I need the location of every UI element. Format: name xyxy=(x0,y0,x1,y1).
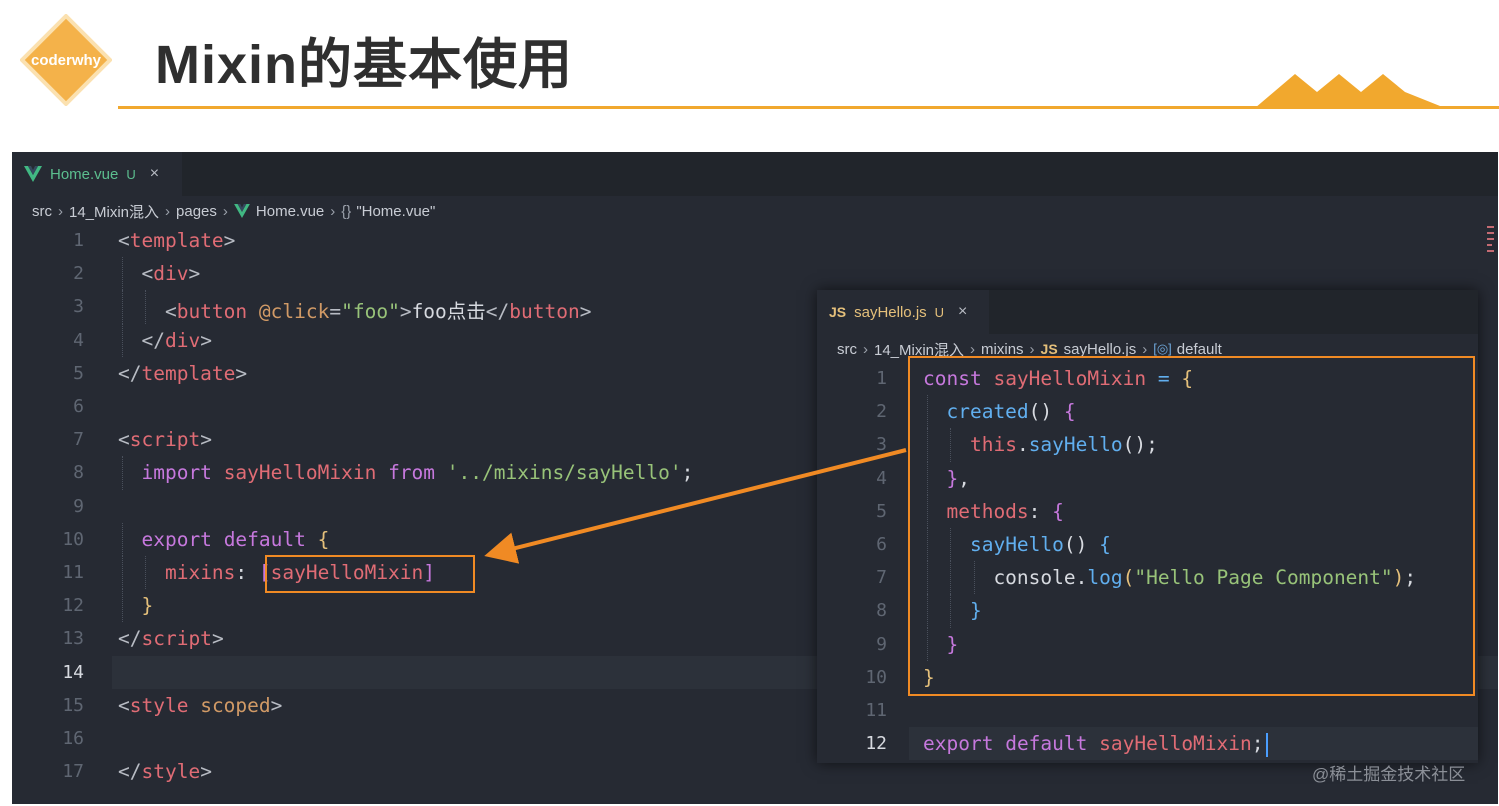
symbol-variable-icon: [◎] xyxy=(1153,341,1172,356)
line-number: 10 xyxy=(865,666,887,688)
indent-guide xyxy=(145,290,147,324)
code-line[interactable]: import sayHelloMixin from '../mixins/say… xyxy=(118,461,693,484)
code-line[interactable]: </template> xyxy=(118,362,247,385)
breadcrumb-item[interactable]: Home.vue xyxy=(256,203,324,220)
indent-guide xyxy=(122,456,123,490)
line-number: 8 xyxy=(876,600,887,622)
chevron-right-icon: › xyxy=(222,202,228,220)
line-number: 5 xyxy=(73,362,84,384)
line-number: 4 xyxy=(73,329,84,351)
line-number: 3 xyxy=(876,434,887,456)
vue-icon xyxy=(24,166,42,182)
code-line[interactable]: <script> xyxy=(118,428,212,451)
coderwhy-logo: coderwhy xyxy=(20,14,112,106)
line-number: 11 xyxy=(865,700,887,721)
js-file-icon: JS xyxy=(1040,341,1058,357)
chevron-right-icon: › xyxy=(863,340,868,358)
line-number: 9 xyxy=(73,495,84,517)
chevron-right-icon: › xyxy=(970,340,976,358)
line-number: 7 xyxy=(73,429,84,451)
line-number: 16 xyxy=(62,728,84,749)
breadcrumb-item[interactable]: src xyxy=(32,203,52,220)
close-icon[interactable]: × xyxy=(958,303,967,321)
code-line[interactable]: </style> xyxy=(118,760,212,783)
mountain-decoration xyxy=(1255,74,1445,108)
line-number: 1 xyxy=(73,230,84,251)
line-number: 5 xyxy=(876,500,887,522)
breadcrumb-item[interactable]: "Home.vue" xyxy=(356,203,435,220)
chevron-right-icon: › xyxy=(1029,340,1035,358)
line-number: 14 xyxy=(62,661,84,683)
braces-icon: {} xyxy=(341,202,352,220)
mixins-highlight-box xyxy=(265,555,475,593)
breadcrumb-item[interactable]: sayHello.js xyxy=(1064,341,1137,358)
code-line[interactable]: </div> xyxy=(118,329,211,352)
text-cursor xyxy=(1265,732,1268,757)
line-number: 12 xyxy=(865,733,887,755)
line-number: 8 xyxy=(73,462,84,484)
code-line[interactable]: } xyxy=(118,594,153,617)
header-rule xyxy=(118,106,1499,109)
line-number: 15 xyxy=(62,694,84,716)
code-line[interactable]: <button @click="foo">foo点击</button> xyxy=(118,295,592,324)
chevron-right-icon: › xyxy=(165,202,171,220)
tab-filename: sayHello.js xyxy=(854,303,927,321)
line-number: 2 xyxy=(876,401,887,423)
code-line[interactable]: <div> xyxy=(118,262,200,285)
chevron-right-icon: › xyxy=(330,202,336,220)
chevron-right-icon: › xyxy=(58,202,63,220)
code-line[interactable]: </script> xyxy=(118,627,224,650)
line-number: 2 xyxy=(73,263,84,285)
untracked-badge: U xyxy=(126,166,136,182)
code-line[interactable]: export default sayHelloMixin; xyxy=(923,732,1268,757)
code-line[interactable]: <style scoped> xyxy=(118,694,282,717)
indent-guide xyxy=(122,522,123,556)
editor-tab-bar: Home.vue U × xyxy=(12,152,1498,196)
breadcrumb-item[interactable]: src xyxy=(837,341,857,358)
breadcrumb-item[interactable]: default xyxy=(1177,341,1222,358)
line-number: 4 xyxy=(876,467,887,489)
close-icon[interactable]: × xyxy=(150,165,159,183)
logo-text: coderwhy xyxy=(31,52,102,69)
line-number: 17 xyxy=(62,761,84,783)
line-number: 9 xyxy=(876,633,887,655)
line-number: 10 xyxy=(62,528,84,550)
watermark: @稀土掘金技术社区 xyxy=(1312,765,1466,784)
untracked-badge: U xyxy=(934,304,945,320)
mixin-object-highlight-box xyxy=(908,356,1475,696)
tab-sayhello-js[interactable]: JS sayHello.js U × xyxy=(817,290,989,334)
vue-icon xyxy=(234,204,250,218)
line-number: 13 xyxy=(62,628,84,650)
line-number: 7 xyxy=(876,567,887,589)
line-number: 3 xyxy=(73,296,84,318)
slide-header: coderwhy Mixin的基本使用 xyxy=(0,0,1499,140)
indent-guide xyxy=(122,290,123,324)
chevron-right-icon: › xyxy=(1142,340,1148,358)
indent-guide xyxy=(122,556,123,590)
breadcrumb: src › 14_Mixin混入 › pages › Home.vue › {}… xyxy=(32,200,435,222)
line-number: 12 xyxy=(62,595,84,617)
page-title: Mixin的基本使用 xyxy=(155,35,574,95)
sayhello-js-editor: JS sayHello.js U × src › 14_Mixin混入 › mi… xyxy=(817,290,1478,763)
js-file-icon: JS xyxy=(829,304,847,320)
line-number: 6 xyxy=(73,396,84,417)
minimap xyxy=(1487,226,1494,252)
breadcrumb-item[interactable]: 14_Mixin混入 xyxy=(69,201,159,222)
indent-guide xyxy=(145,556,147,590)
breadcrumb-item[interactable]: pages xyxy=(176,203,217,220)
tab-filename: Home.vue xyxy=(50,165,119,183)
tab-home-vue[interactable]: Home.vue U × xyxy=(12,152,182,196)
line-number: 1 xyxy=(876,368,887,389)
line-number: 6 xyxy=(876,534,887,555)
indent-guide xyxy=(122,589,123,623)
breadcrumb-item[interactable]: mixins xyxy=(981,341,1024,358)
editor-tab-bar: JS sayHello.js U × xyxy=(817,290,1478,334)
indent-guide xyxy=(122,323,123,357)
code-line[interactable]: export default { xyxy=(118,528,329,551)
line-number: 11 xyxy=(62,562,84,583)
indent-guide xyxy=(122,257,123,291)
code-line[interactable]: <template> xyxy=(118,229,235,252)
